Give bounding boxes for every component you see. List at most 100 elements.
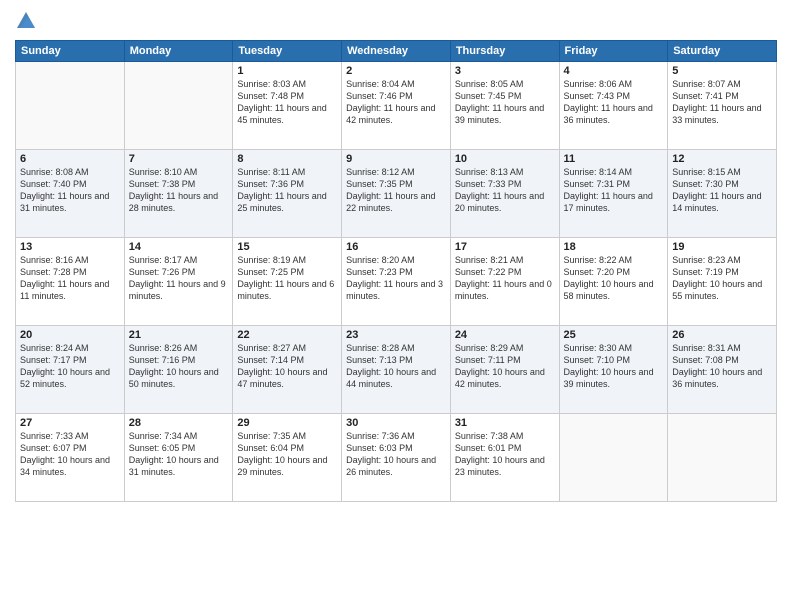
day-detail: Sunrise: 8:29 AM Sunset: 7:11 PM Dayligh… (455, 342, 555, 391)
day-number: 22 (237, 329, 337, 341)
day-detail: Sunrise: 7:33 AM Sunset: 6:07 PM Dayligh… (20, 430, 120, 479)
day-number: 6 (20, 153, 120, 165)
week-row-2: 6Sunrise: 8:08 AM Sunset: 7:40 PM Daylig… (16, 150, 777, 238)
week-row-3: 13Sunrise: 8:16 AM Sunset: 7:28 PM Dayli… (16, 238, 777, 326)
day-cell: 26Sunrise: 8:31 AM Sunset: 7:08 PM Dayli… (668, 326, 777, 414)
day-number: 30 (346, 417, 446, 429)
day-cell: 5Sunrise: 8:07 AM Sunset: 7:41 PM Daylig… (668, 62, 777, 150)
day-number: 1 (237, 65, 337, 77)
day-number: 14 (129, 241, 229, 253)
day-number: 9 (346, 153, 446, 165)
day-cell: 18Sunrise: 8:22 AM Sunset: 7:20 PM Dayli… (559, 238, 668, 326)
day-detail: Sunrise: 7:38 AM Sunset: 6:01 PM Dayligh… (455, 430, 555, 479)
header (15, 10, 777, 32)
day-cell: 13Sunrise: 8:16 AM Sunset: 7:28 PM Dayli… (16, 238, 125, 326)
day-detail: Sunrise: 8:06 AM Sunset: 7:43 PM Dayligh… (564, 78, 664, 127)
day-cell: 9Sunrise: 8:12 AM Sunset: 7:35 PM Daylig… (342, 150, 451, 238)
day-detail: Sunrise: 8:07 AM Sunset: 7:41 PM Dayligh… (672, 78, 772, 127)
col-header-saturday: Saturday (668, 41, 777, 62)
day-detail: Sunrise: 8:30 AM Sunset: 7:10 PM Dayligh… (564, 342, 664, 391)
day-number: 13 (20, 241, 120, 253)
day-cell: 16Sunrise: 8:20 AM Sunset: 7:23 PM Dayli… (342, 238, 451, 326)
day-cell (124, 62, 233, 150)
day-cell (559, 414, 668, 502)
day-number: 10 (455, 153, 555, 165)
calendar-page: SundayMondayTuesdayWednesdayThursdayFrid… (0, 0, 792, 612)
day-detail: Sunrise: 8:11 AM Sunset: 7:36 PM Dayligh… (237, 166, 337, 215)
day-cell: 22Sunrise: 8:27 AM Sunset: 7:14 PM Dayli… (233, 326, 342, 414)
day-cell: 14Sunrise: 8:17 AM Sunset: 7:26 PM Dayli… (124, 238, 233, 326)
col-header-sunday: Sunday (16, 41, 125, 62)
day-detail: Sunrise: 8:22 AM Sunset: 7:20 PM Dayligh… (564, 254, 664, 303)
day-number: 8 (237, 153, 337, 165)
day-detail: Sunrise: 8:24 AM Sunset: 7:17 PM Dayligh… (20, 342, 120, 391)
day-number: 4 (564, 65, 664, 77)
day-cell: 24Sunrise: 8:29 AM Sunset: 7:11 PM Dayli… (450, 326, 559, 414)
day-number: 21 (129, 329, 229, 341)
day-detail: Sunrise: 8:03 AM Sunset: 7:48 PM Dayligh… (237, 78, 337, 127)
day-number: 28 (129, 417, 229, 429)
day-cell: 2Sunrise: 8:04 AM Sunset: 7:46 PM Daylig… (342, 62, 451, 150)
day-cell: 28Sunrise: 7:34 AM Sunset: 6:05 PM Dayli… (124, 414, 233, 502)
day-detail: Sunrise: 8:15 AM Sunset: 7:30 PM Dayligh… (672, 166, 772, 215)
day-detail: Sunrise: 8:13 AM Sunset: 7:33 PM Dayligh… (455, 166, 555, 215)
day-number: 12 (672, 153, 772, 165)
day-number: 25 (564, 329, 664, 341)
day-cell: 23Sunrise: 8:28 AM Sunset: 7:13 PM Dayli… (342, 326, 451, 414)
day-cell: 27Sunrise: 7:33 AM Sunset: 6:07 PM Dayli… (16, 414, 125, 502)
day-detail: Sunrise: 8:14 AM Sunset: 7:31 PM Dayligh… (564, 166, 664, 215)
day-cell: 30Sunrise: 7:36 AM Sunset: 6:03 PM Dayli… (342, 414, 451, 502)
day-number: 16 (346, 241, 446, 253)
day-number: 2 (346, 65, 446, 77)
day-cell: 4Sunrise: 8:06 AM Sunset: 7:43 PM Daylig… (559, 62, 668, 150)
day-number: 11 (564, 153, 664, 165)
col-header-thursday: Thursday (450, 41, 559, 62)
day-cell (16, 62, 125, 150)
logo-icon (15, 10, 37, 32)
day-detail: Sunrise: 8:04 AM Sunset: 7:46 PM Dayligh… (346, 78, 446, 127)
day-number: 7 (129, 153, 229, 165)
day-cell: 6Sunrise: 8:08 AM Sunset: 7:40 PM Daylig… (16, 150, 125, 238)
day-cell: 1Sunrise: 8:03 AM Sunset: 7:48 PM Daylig… (233, 62, 342, 150)
day-cell: 8Sunrise: 8:11 AM Sunset: 7:36 PM Daylig… (233, 150, 342, 238)
day-detail: Sunrise: 8:28 AM Sunset: 7:13 PM Dayligh… (346, 342, 446, 391)
day-detail: Sunrise: 8:12 AM Sunset: 7:35 PM Dayligh… (346, 166, 446, 215)
day-cell: 17Sunrise: 8:21 AM Sunset: 7:22 PM Dayli… (450, 238, 559, 326)
day-number: 3 (455, 65, 555, 77)
day-cell (668, 414, 777, 502)
day-cell: 7Sunrise: 8:10 AM Sunset: 7:38 PM Daylig… (124, 150, 233, 238)
week-row-5: 27Sunrise: 7:33 AM Sunset: 6:07 PM Dayli… (16, 414, 777, 502)
day-detail: Sunrise: 8:17 AM Sunset: 7:26 PM Dayligh… (129, 254, 229, 303)
day-detail: Sunrise: 8:26 AM Sunset: 7:16 PM Dayligh… (129, 342, 229, 391)
week-row-1: 1Sunrise: 8:03 AM Sunset: 7:48 PM Daylig… (16, 62, 777, 150)
day-cell: 25Sunrise: 8:30 AM Sunset: 7:10 PM Dayli… (559, 326, 668, 414)
day-number: 24 (455, 329, 555, 341)
day-number: 29 (237, 417, 337, 429)
day-detail: Sunrise: 8:16 AM Sunset: 7:28 PM Dayligh… (20, 254, 120, 303)
day-cell: 19Sunrise: 8:23 AM Sunset: 7:19 PM Dayli… (668, 238, 777, 326)
day-detail: Sunrise: 8:20 AM Sunset: 7:23 PM Dayligh… (346, 254, 446, 303)
day-number: 15 (237, 241, 337, 253)
col-header-monday: Monday (124, 41, 233, 62)
day-detail: Sunrise: 8:27 AM Sunset: 7:14 PM Dayligh… (237, 342, 337, 391)
day-number: 26 (672, 329, 772, 341)
day-cell: 15Sunrise: 8:19 AM Sunset: 7:25 PM Dayli… (233, 238, 342, 326)
day-detail: Sunrise: 8:31 AM Sunset: 7:08 PM Dayligh… (672, 342, 772, 391)
week-row-4: 20Sunrise: 8:24 AM Sunset: 7:17 PM Dayli… (16, 326, 777, 414)
day-cell: 21Sunrise: 8:26 AM Sunset: 7:16 PM Dayli… (124, 326, 233, 414)
day-cell: 20Sunrise: 8:24 AM Sunset: 7:17 PM Dayli… (16, 326, 125, 414)
day-cell: 29Sunrise: 7:35 AM Sunset: 6:04 PM Dayli… (233, 414, 342, 502)
day-cell: 3Sunrise: 8:05 AM Sunset: 7:45 PM Daylig… (450, 62, 559, 150)
day-number: 19 (672, 241, 772, 253)
day-detail: Sunrise: 8:10 AM Sunset: 7:38 PM Dayligh… (129, 166, 229, 215)
col-header-tuesday: Tuesday (233, 41, 342, 62)
day-cell: 31Sunrise: 7:38 AM Sunset: 6:01 PM Dayli… (450, 414, 559, 502)
day-cell: 10Sunrise: 8:13 AM Sunset: 7:33 PM Dayli… (450, 150, 559, 238)
day-number: 20 (20, 329, 120, 341)
day-detail: Sunrise: 8:19 AM Sunset: 7:25 PM Dayligh… (237, 254, 337, 303)
day-detail: Sunrise: 8:23 AM Sunset: 7:19 PM Dayligh… (672, 254, 772, 303)
col-header-wednesday: Wednesday (342, 41, 451, 62)
day-number: 17 (455, 241, 555, 253)
day-detail: Sunrise: 8:21 AM Sunset: 7:22 PM Dayligh… (455, 254, 555, 303)
header-row: SundayMondayTuesdayWednesdayThursdayFrid… (16, 41, 777, 62)
